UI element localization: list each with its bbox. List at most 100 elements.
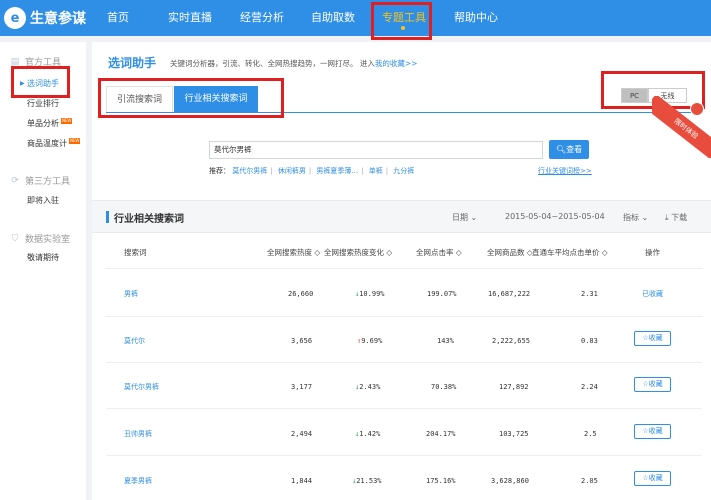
sidebar-item-item-analysis[interactable]: 单品分析 NEW — [27, 118, 73, 129]
change-value: 9.69% — [361, 337, 383, 345]
ctr-cell: 70.38% — [431, 383, 457, 391]
page-subtitle: 关键词分析器，引流、转化、全网热搜趋势，一网打尽。 进入我的收藏>> — [170, 58, 417, 69]
change-cell: ↓1.42% — [355, 430, 380, 438]
col-header-goods-count[interactable]: 全网商品数 ◇ — [487, 247, 533, 258]
logo[interactable]: e 生意参谋 — [4, 6, 86, 30]
divider — [106, 316, 702, 317]
goods-cell: 2,222,655 — [492, 337, 530, 345]
section-title: 行业相关搜索词 — [114, 214, 184, 225]
sidebar-item-label: 单品分析 — [27, 119, 59, 128]
cpc-cell: 2.05 — [581, 477, 598, 485]
keyword-cell[interactable]: 男裤 — [124, 289, 138, 299]
col-header-search-heat[interactable]: 全网搜索热度 ◇ — [267, 247, 320, 258]
keyword-cell[interactable]: 丑帅男裤 — [124, 429, 152, 439]
change-cell: ↓10.99% — [355, 290, 385, 298]
col-header-action: 操作 — [645, 248, 660, 257]
col-header-cpc[interactable]: 直通车平均点击单价 ◇ — [532, 247, 608, 258]
download-button[interactable]: ⤓ 下载 — [665, 212, 687, 223]
shield-icon: ⛉ — [11, 233, 19, 244]
logo-icon: e — [4, 7, 26, 29]
ctr-cell: 199.07% — [427, 290, 457, 298]
recommend-keyword[interactable]: 单裤 — [369, 167, 383, 175]
cpc-cell: 2.31 — [581, 290, 598, 298]
cpc-cell: 2.24 — [581, 383, 598, 391]
ctr-cell: 143% — [437, 337, 454, 345]
divider: | — [270, 167, 273, 175]
industry-keyword-ranking-link[interactable]: 行业关键词榜>> — [538, 166, 592, 176]
recommend-bar: 推荐： 莫代尔男裤 | 休闲裤男 | 男裤夏季薄... | 单裤 | 九分裤 — [209, 166, 414, 176]
recommend-keyword[interactable]: 九分裤 — [393, 167, 414, 175]
sync-icon: ⟳ — [11, 175, 19, 186]
favorite-button[interactable]: ☆收藏 — [634, 377, 671, 392]
sidebar — [0, 42, 86, 500]
divider — [106, 455, 702, 456]
cpc-cell: 0.83 — [581, 337, 598, 345]
goods-cell: 127,892 — [499, 383, 529, 391]
recommend-label: 推荐： — [209, 167, 230, 175]
favorite-button[interactable]: ☆收藏 — [634, 471, 671, 486]
nav-help-center[interactable]: 帮助中心 — [454, 0, 498, 36]
col-header-heat-change[interactable]: 全网搜索热度变化 ◇ — [324, 247, 392, 258]
heat-cell: 1,844 — [291, 477, 313, 485]
divider — [106, 362, 702, 363]
top-navbar: e 生意参谋 首页 实时直播 经营分析 自助取数 专题工具 帮助中心 — [0, 0, 711, 36]
favorited-status[interactable]: 已收藏 — [642, 289, 663, 299]
cpc-cell: 2.5 — [584, 430, 597, 438]
caret-right-icon: ▶ — [20, 80, 25, 87]
sidebar-item-coming-soon[interactable]: 即将入驻 — [27, 195, 59, 206]
col-header-ctr[interactable]: 全网点击率 ◇ — [416, 247, 462, 258]
date-dropdown[interactable]: 日期 ⌄ — [452, 212, 477, 223]
favorite-button[interactable]: ☆收藏 — [634, 331, 671, 346]
divider: | — [385, 167, 389, 175]
date-range[interactable]: 2015-05-04~2015-05-04 — [505, 212, 605, 221]
heat-cell: 26,660 — [288, 290, 314, 298]
change-value: 1.42% — [359, 430, 381, 438]
change-value: 2.43% — [359, 383, 381, 391]
favorite-button[interactable]: ☆收藏 — [634, 424, 671, 439]
search-button[interactable]: 🔍︎查看 — [549, 140, 589, 159]
ctr-cell: 175.16% — [426, 477, 456, 485]
nav-live[interactable]: 实时直播 — [168, 0, 212, 36]
nav-self-service-data[interactable]: 自助取数 — [311, 0, 355, 36]
change-value: 10.99% — [359, 290, 385, 298]
my-favorites-link[interactable]: 我的收藏>> — [375, 59, 418, 68]
page-title: 选词助手 — [108, 56, 157, 70]
sidebar-item-industry-ranking[interactable]: 行业排行 — [27, 98, 59, 109]
app-name: 生意参谋 — [30, 11, 86, 27]
nav-highlight-box — [371, 2, 432, 40]
nav-home[interactable]: 首页 — [107, 0, 129, 36]
new-badge: NEW — [69, 138, 81, 144]
sidebar-group-label: 数据实验室 — [25, 235, 71, 245]
heat-cell: 3,177 — [291, 383, 313, 391]
change-cell: ↓21.53% — [352, 477, 382, 485]
goods-cell: 103,725 — [499, 430, 529, 438]
new-badge: NEW — [61, 118, 73, 124]
sidebar-item-stay-tuned[interactable]: 敬请期待 — [27, 252, 59, 263]
download-label: 下载 — [671, 213, 688, 222]
keyword-cell[interactable]: 莫代尔男裤 — [124, 382, 159, 392]
sidebar-item-label: 商品温度计 — [27, 139, 67, 148]
change-cell: ↓2.43% — [355, 383, 380, 391]
sidebar-item-word-assistant[interactable]: 选词助手 — [27, 78, 59, 89]
main-panel: 选词助手 关键词分析器，引流、转化、全网热搜趋势，一网打尽。 进入我的收藏>> … — [92, 42, 711, 500]
goods-cell: 16,687,222 — [488, 290, 531, 298]
divider: | — [308, 167, 312, 175]
keyword-cell[interactable]: 莫代尔 — [124, 336, 145, 346]
ctr-cell: 204.17% — [426, 430, 456, 438]
download-icon: ⤓ — [665, 213, 669, 222]
date-label: 日期 — [452, 213, 468, 222]
chevron-down-icon: ⌄ — [641, 213, 649, 222]
divider: | — [361, 167, 364, 175]
recommend-keyword[interactable]: 休闲裤男 — [278, 167, 306, 175]
divider — [106, 268, 702, 269]
keyword-cell[interactable]: 夏季男裤 — [124, 476, 152, 486]
change-cell: ↑9.69% — [357, 337, 382, 345]
nav-business-analysis[interactable]: 经营分析 — [240, 0, 284, 36]
recommend-keyword[interactable]: 莫代尔男裤 — [232, 167, 267, 175]
search-input[interactable]: 莫代尔男裤 — [209, 141, 543, 159]
goods-cell: 3,628,860 — [491, 477, 529, 485]
recommend-keyword[interactable]: 男裤夏季薄... — [316, 167, 358, 175]
section-header — [92, 200, 711, 233]
sidebar-item-product-thermometer[interactable]: 商品温度计 NEW — [27, 138, 81, 149]
metric-dropdown[interactable]: 指标 ⌄ — [623, 212, 648, 223]
